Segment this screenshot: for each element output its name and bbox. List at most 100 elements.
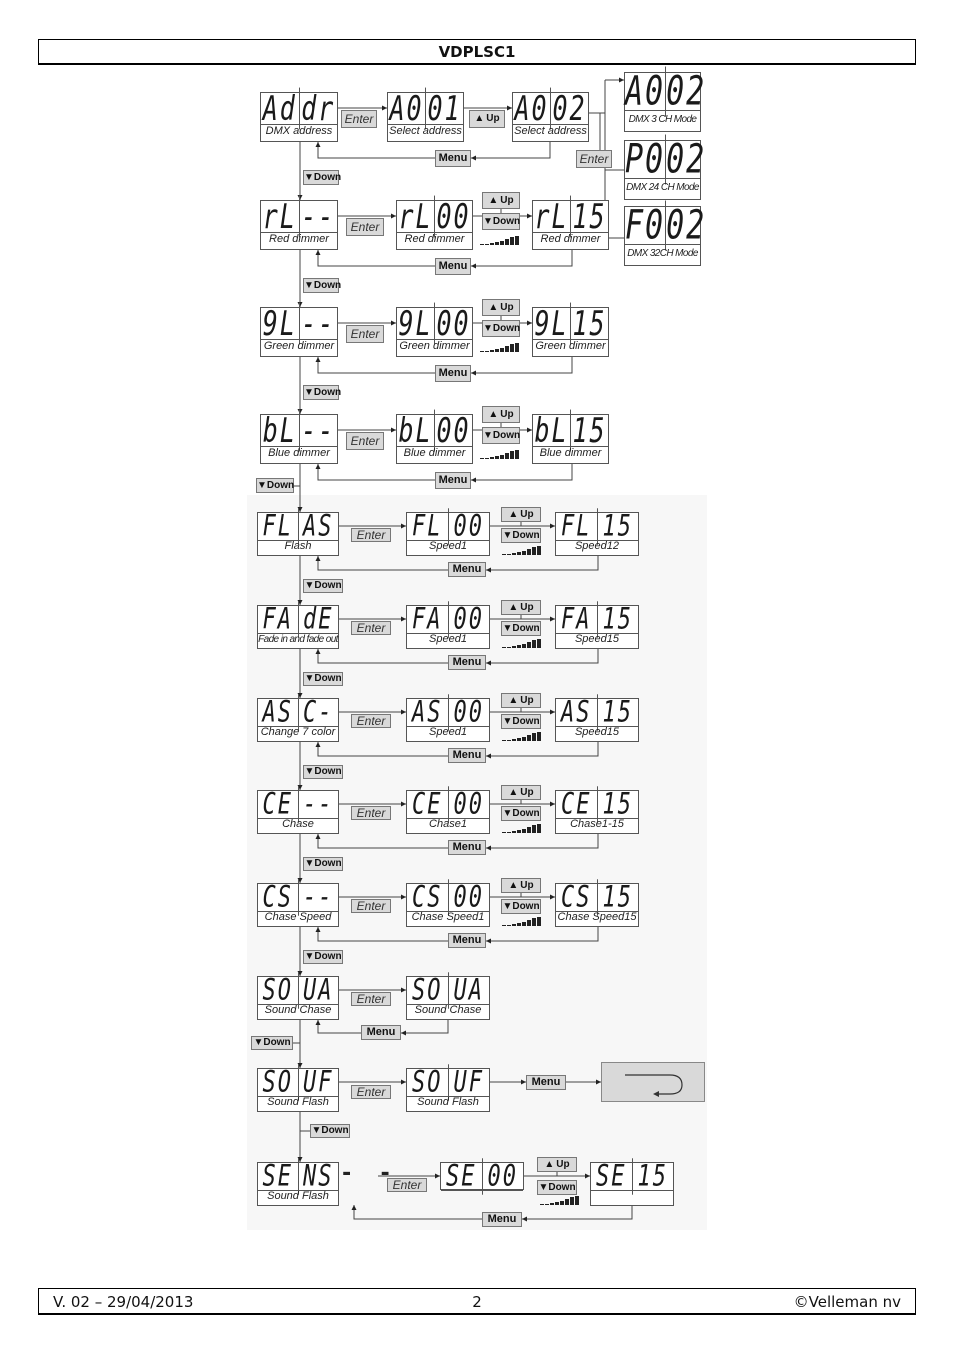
- down-arrow-icon: ▼: [304, 673, 315, 684]
- menu-button[interactable]: Menu: [482, 1212, 522, 1227]
- arrowhead-icon: [315, 464, 321, 469]
- display-caption: Select address: [389, 125, 462, 137]
- ramp-bar: [502, 554, 506, 555]
- menu-button[interactable]: Menu: [448, 748, 486, 763]
- down-button[interactable]: ▼Down: [303, 672, 343, 686]
- ramp-bar: [505, 239, 509, 245]
- menu-button[interactable]: Menu: [448, 933, 486, 948]
- enter-button[interactable]: Enter: [351, 528, 391, 542]
- menu-button[interactable]: Menu: [435, 365, 471, 382]
- ramp-bar: [512, 553, 516, 555]
- down-button[interactable]: ▼Down: [501, 806, 541, 821]
- enter-mode-button[interactable]: Enter: [576, 150, 612, 168]
- down-button[interactable]: ▼Down: [303, 385, 341, 400]
- enter-button[interactable]: Enter: [351, 806, 391, 820]
- up-button[interactable]: ▲ Up: [501, 600, 541, 615]
- ramp-bar: [502, 740, 506, 741]
- segment-readout: SO UF: [258, 1064, 338, 1101]
- enter-button[interactable]: Enter: [341, 110, 377, 128]
- ramp-bar: [575, 1196, 579, 1205]
- down-button[interactable]: ▼Down: [501, 899, 541, 914]
- connector-line: [317, 464, 435, 481]
- down-button[interactable]: ▼Down: [310, 1124, 350, 1138]
- up-button[interactable]: ▲ Up: [537, 1157, 577, 1172]
- down-button[interactable]: ▼Down: [251, 1036, 293, 1050]
- down-button[interactable]: ▼Down: [303, 579, 343, 593]
- display-caption: DMX 32CH Mode: [627, 248, 698, 259]
- enter-button[interactable]: Enter: [387, 1178, 427, 1192]
- menu-button[interactable]: Menu: [448, 655, 486, 670]
- up-button[interactable]: ▲ Up: [482, 406, 520, 423]
- up-button[interactable]: ▲ Up: [469, 110, 505, 128]
- display-caption: DMX address: [265, 125, 333, 137]
- enter-button[interactable]: Enter: [346, 325, 384, 343]
- down-button[interactable]: ▼Down: [501, 621, 541, 636]
- down-button[interactable]: ▼Down: [303, 278, 341, 293]
- button-label: Down: [512, 530, 540, 541]
- enter-button[interactable]: Enter: [351, 992, 391, 1006]
- display-caption: Blue dimmer: [268, 447, 330, 459]
- display-blue-menu: bL -- Blue dimmer: [260, 409, 338, 464]
- down-arrow-icon: ▼: [253, 1037, 264, 1048]
- down-button[interactable]: ▼Down: [303, 765, 343, 779]
- up-button[interactable]: ▲ Up: [501, 507, 541, 522]
- segment-readout: F0 02: [625, 200, 704, 251]
- menu-button[interactable]: Menu: [435, 150, 471, 167]
- menu-button[interactable]: Menu: [361, 1025, 401, 1040]
- enter-button[interactable]: Enter: [351, 899, 391, 913]
- button-label: Menu: [452, 934, 482, 946]
- segment-readout: CE --: [258, 786, 338, 823]
- ramp-bar: [502, 925, 506, 926]
- up-button[interactable]: ▲ Up: [501, 878, 541, 893]
- enter-button[interactable]: Enter: [346, 218, 384, 236]
- enter-button[interactable]: Enter: [351, 1085, 391, 1099]
- ramp-bar: [502, 647, 506, 648]
- up-arrow-icon: ▲: [488, 409, 499, 420]
- button-label: Menu: [438, 260, 468, 272]
- down-arrow-icon: ▼: [304, 858, 315, 869]
- down-button[interactable]: ▼Down: [482, 427, 520, 444]
- segment-readout: rL 00: [397, 195, 472, 238]
- enter-button[interactable]: Enter: [346, 432, 384, 450]
- up-button[interactable]: ▲ Up: [501, 693, 541, 708]
- display-flash-max: FL 15 Speed12: [555, 508, 639, 556]
- down-button[interactable]: ▼Down: [482, 213, 520, 230]
- down-button[interactable]: ▼Down: [501, 528, 541, 543]
- segment-readout: AS C-: [258, 694, 338, 731]
- ramp-bar: [532, 918, 536, 926]
- display-caption: Speed12: [574, 540, 620, 552]
- down-button[interactable]: ▼Down: [303, 170, 341, 185]
- display-caption: Flash: [284, 540, 312, 552]
- segment-readout: A0 02: [625, 66, 704, 117]
- enter-button[interactable]: Enter: [351, 714, 391, 728]
- down-button[interactable]: ▼Down: [303, 950, 343, 964]
- segment-readout: AS 00: [407, 694, 489, 731]
- ramp-bar: [512, 739, 516, 741]
- segment-readout: bL --: [261, 409, 337, 452]
- down-button[interactable]: ▼Down: [482, 320, 520, 337]
- ramp-bar: [527, 642, 531, 648]
- down-button[interactable]: ▼Down: [303, 857, 343, 871]
- display-sound-chase: SO UA Sound Chase: [406, 972, 490, 1020]
- menu-button[interactable]: Menu: [526, 1075, 566, 1090]
- up-button[interactable]: ▲ Up: [482, 299, 520, 316]
- button-label: Enter: [350, 327, 380, 341]
- menu-button[interactable]: Menu: [435, 472, 471, 489]
- menu-button[interactable]: Menu: [435, 258, 471, 275]
- button-label: Down: [266, 480, 295, 491]
- arrowhead-icon: [315, 357, 321, 362]
- display-caption: Chase Speed15: [557, 911, 637, 923]
- down-button[interactable]: ▼Down: [501, 714, 541, 729]
- display-chase-menu: CE -- Chase: [257, 786, 339, 834]
- menu-button[interactable]: Menu: [448, 562, 486, 577]
- down-button[interactable]: ▼Down: [537, 1180, 577, 1195]
- enter-button[interactable]: Enter: [351, 621, 391, 635]
- segment-readout: CE 00: [407, 786, 489, 823]
- menu-button[interactable]: Menu: [448, 840, 486, 855]
- up-button[interactable]: ▲ Up: [501, 785, 541, 800]
- down-button[interactable]: ▼Down: [256, 478, 294, 493]
- increasing-bars-icon: [480, 343, 520, 352]
- up-button[interactable]: ▲ Up: [482, 192, 520, 209]
- menu-flow-diagram: Ad dr DMX address A0 01 Select address A0 02 Sel…: [0, 0, 954, 1354]
- ramp-bar: [545, 1204, 549, 1205]
